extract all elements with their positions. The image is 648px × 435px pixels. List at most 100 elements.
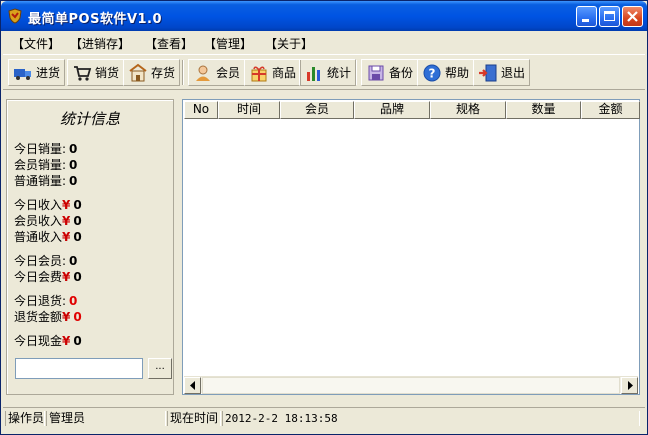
- minimize-button[interactable]: [576, 6, 597, 27]
- column-header-amount[interactable]: 金额: [581, 101, 640, 119]
- statistics-label: 统计: [327, 66, 352, 80]
- purchase-label: 进货: [36, 66, 61, 80]
- member-icon: [196, 65, 210, 81]
- window-title: 最简单POS软件V1.0: [28, 12, 163, 27]
- purchase-button[interactable]: 进货: [8, 59, 66, 86]
- title-bar[interactable]: 最简单POS软件V1.0: [1, 1, 647, 31]
- arrow-left-icon: [190, 381, 195, 390]
- stat-label: 普通销量:: [14, 174, 67, 188]
- stat-value: 0: [69, 142, 78, 156]
- stat-value: 0: [69, 158, 78, 172]
- stat-today-members: 今日会员: 0: [14, 252, 78, 268]
- stock-label: 存货: [151, 66, 176, 80]
- grid-header: No 时间 会员 品牌 规格 数量 金额: [184, 101, 640, 119]
- menu-bar: 【文件】 【进销存】 【查看】 【管理】 【关于】: [3, 32, 645, 52]
- column-header-spec[interactable]: 规格: [430, 101, 506, 119]
- status-bar: 操作员 管理员 现在时间 2012-2-2 18:13:58: [3, 407, 645, 427]
- menu-inventory[interactable]: 【进销存】: [70, 35, 130, 52]
- menu-file[interactable]: 【文件】: [12, 35, 60, 52]
- minimize-icon: [582, 19, 589, 22]
- warehouse-icon: [129, 63, 147, 81]
- browse-button[interactable]: ...: [148, 358, 172, 379]
- stat-member-income: 会员收入¥ 0: [14, 212, 82, 228]
- stat-label: 会员收入: [14, 214, 63, 228]
- stat-label: 今日会费: [14, 270, 63, 284]
- toolbar-separator: [355, 60, 357, 85]
- gift-icon: [251, 66, 267, 81]
- stat-return-amount: 退货金额¥ 0: [14, 308, 82, 324]
- menu-view[interactable]: 【查看】: [145, 35, 193, 52]
- stat-value: 0: [73, 270, 82, 284]
- menu-about[interactable]: 【关于】: [265, 35, 313, 52]
- app-shield-icon: [8, 8, 22, 24]
- yen-icon: ¥: [62, 230, 71, 244]
- cart-icon: [74, 65, 92, 81]
- stat-normal-sales: 普通销量: 0: [14, 172, 78, 188]
- stat-member-sales: 会员销量: 0: [14, 156, 78, 172]
- scroll-thumb[interactable]: [202, 377, 620, 394]
- menu-manage[interactable]: 【管理】: [204, 35, 252, 52]
- horizontal-scrollbar[interactable]: [184, 376, 638, 394]
- scroll-right-button[interactable]: [621, 377, 638, 394]
- stat-normal-income: 普通收入¥ 0: [14, 228, 82, 244]
- maximize-button[interactable]: [599, 6, 620, 27]
- truck-icon: [14, 68, 31, 80]
- stat-label: 会员销量:: [14, 158, 67, 172]
- stat-value: 0: [73, 310, 82, 324]
- statistics-button[interactable]: 统计: [299, 59, 357, 86]
- stat-label: 今日退货:: [14, 294, 67, 308]
- svg-text:?: ?: [429, 66, 436, 80]
- yen-icon: ¥: [62, 198, 71, 212]
- sales-label: 销货: [95, 66, 120, 80]
- stat-value: 0: [69, 294, 78, 308]
- stat-label: 普通收入: [14, 230, 63, 244]
- yen-icon: ¥: [62, 310, 71, 324]
- yen-icon: ¥: [62, 270, 71, 284]
- goods-button[interactable]: 商品: [244, 59, 302, 86]
- column-header-member[interactable]: 会员: [280, 101, 354, 119]
- operator-value: 管理员: [46, 411, 166, 426]
- backup-button[interactable]: 备份: [361, 59, 419, 86]
- stat-today-returns: 今日退货: 0: [14, 292, 78, 308]
- exit-button[interactable]: 退出: [473, 59, 531, 86]
- sales-grid[interactable]: No 时间 会员 品牌 规格 数量 金额: [182, 99, 640, 395]
- maximize-icon: [604, 11, 615, 21]
- member-label: 会员: [216, 66, 241, 80]
- stat-value: 0: [73, 334, 82, 348]
- stats-text-input[interactable]: [15, 358, 143, 379]
- time-label: 现在时间: [167, 411, 221, 426]
- stock-button[interactable]: 存货: [123, 59, 181, 86]
- stat-value: 0: [73, 214, 82, 228]
- yen-icon: ¥: [62, 214, 71, 228]
- toolbar-separator: [182, 60, 184, 85]
- stats-title: 统计信息: [59, 110, 120, 128]
- stat-value: 0: [73, 230, 82, 244]
- column-header-quantity[interactable]: 数量: [506, 101, 581, 119]
- goods-label: 商品: [272, 66, 297, 80]
- column-header-brand[interactable]: 品牌: [354, 101, 430, 119]
- app-window: 最简单POS软件V1.0 【文件】 【进销存】 【查看】 【管理】 【关于】 进…: [0, 0, 648, 435]
- close-icon: [627, 11, 638, 22]
- floppy-icon: [368, 65, 384, 80]
- stat-value: 0: [69, 254, 78, 268]
- scroll-left-button[interactable]: [184, 377, 201, 394]
- stats-panel: 统计信息 今日销量: 0 会员销量: 0 普通销量: 0 今日收入¥ 0 会员收入¥ 0 …: [6, 99, 174, 395]
- stat-label: 今日销量:: [14, 142, 67, 156]
- toolbar: 进货 销货 存货 会员 商品 统计 备份 ? 帮助 退出: [3, 54, 645, 90]
- help-label: 帮助: [445, 66, 470, 80]
- column-header-no[interactable]: No: [184, 101, 218, 119]
- help-button[interactable]: ? 帮助: [417, 59, 475, 86]
- stat-label: 今日现金: [14, 334, 63, 348]
- stat-value: 0: [69, 174, 78, 188]
- stat-today-cash: 今日现金¥ 0: [14, 332, 82, 348]
- stat-today-income: 今日收入¥ 0: [14, 196, 82, 212]
- backup-label: 备份: [389, 66, 414, 80]
- bar-chart-icon: [307, 66, 320, 81]
- member-button[interactable]: 会员: [188, 59, 246, 86]
- close-button[interactable]: [622, 6, 643, 27]
- help-icon: ?: [423, 64, 441, 81]
- column-header-time[interactable]: 时间: [218, 101, 280, 119]
- sales-button[interactable]: 销货: [67, 59, 125, 86]
- stat-today-member-fee: 今日会费¥ 0: [14, 268, 82, 284]
- stat-label: 今日收入: [14, 198, 63, 212]
